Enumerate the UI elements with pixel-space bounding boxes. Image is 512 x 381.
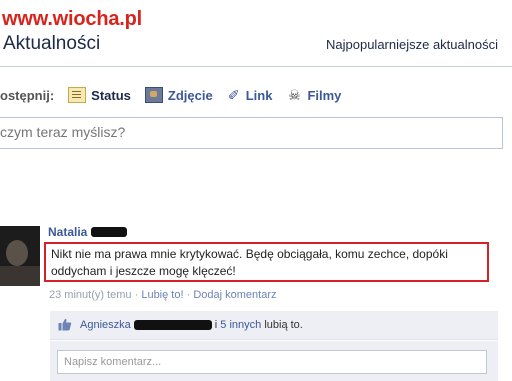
- liker-name[interactable]: Agnieszka: [80, 319, 131, 331]
- share-video-label: Filmy: [307, 87, 342, 103]
- thumbs-up-icon: [58, 318, 72, 331]
- share-link-label: Link: [245, 87, 273, 103]
- share-video-button[interactable]: ☠ Filmy: [286, 88, 341, 103]
- status-icon: [68, 87, 87, 103]
- post-message-line: oddycham i jeszcze mogę klęczeć!: [51, 264, 236, 278]
- post-message: Nikt nie ma prawa mnie krytykować. Będę …: [44, 242, 489, 282]
- share-label: ostępnij:: [0, 87, 55, 103]
- share-status-label: Status: [91, 87, 131, 103]
- share-link-button[interactable]: ✐ Link: [227, 88, 273, 103]
- watermark: www.wiocha.pl: [2, 8, 143, 30]
- other-likers-link[interactable]: 5 innych: [220, 319, 261, 331]
- likes-conjunction: i: [214, 319, 218, 331]
- likes-suffix: lubią to.: [264, 319, 303, 331]
- redacted-liker-surname: [133, 320, 212, 330]
- likes-text: Agnieszka i 5 innych lubią to.: [80, 319, 303, 331]
- comment-area: Napisz komentarz...: [50, 341, 498, 381]
- post-author[interactable]: Natalia: [48, 225, 128, 239]
- post-message-line: Nikt nie ma prawa mnie krytykować. Będę …: [51, 247, 448, 261]
- photo-icon: [144, 87, 163, 103]
- likes-summary: Agnieszka i 5 innych lubią to.: [50, 311, 498, 340]
- status-composer: [0, 117, 503, 149]
- top-stories-link[interactable]: Najpopularniejsze aktualności: [326, 37, 498, 52]
- avatar[interactable]: [0, 226, 40, 286]
- video-icon: ☠: [288, 87, 301, 103]
- share-status-button[interactable]: Status: [68, 87, 131, 103]
- post-timestamp: 23 minut(y) temu: [49, 289, 132, 301]
- share-bar: ostępnij: Status Zdjęcie ✐ Link ☠ Filmy: [0, 87, 355, 103]
- header-divider: [0, 66, 512, 67]
- meta-separator: ·: [134, 289, 139, 301]
- meta-separator: ·: [186, 289, 191, 301]
- like-link[interactable]: Lubię to!: [141, 289, 183, 301]
- share-photo-label: Zdjęcie: [167, 87, 213, 103]
- share-photo-button[interactable]: Zdjęcie: [144, 87, 213, 103]
- post-author-name[interactable]: Natalia: [48, 225, 87, 239]
- comment-input[interactable]: Napisz komentarz...: [57, 350, 487, 374]
- link-icon: ✐: [227, 87, 240, 103]
- page-title: Aktualności: [3, 33, 101, 54]
- post-meta: 23 minut(y) temu · Lubię to! · Dodaj kom…: [49, 289, 276, 301]
- add-comment-link[interactable]: Dodaj komentarz: [193, 289, 276, 301]
- redacted-surname: [91, 227, 128, 237]
- status-input[interactable]: [0, 124, 490, 140]
